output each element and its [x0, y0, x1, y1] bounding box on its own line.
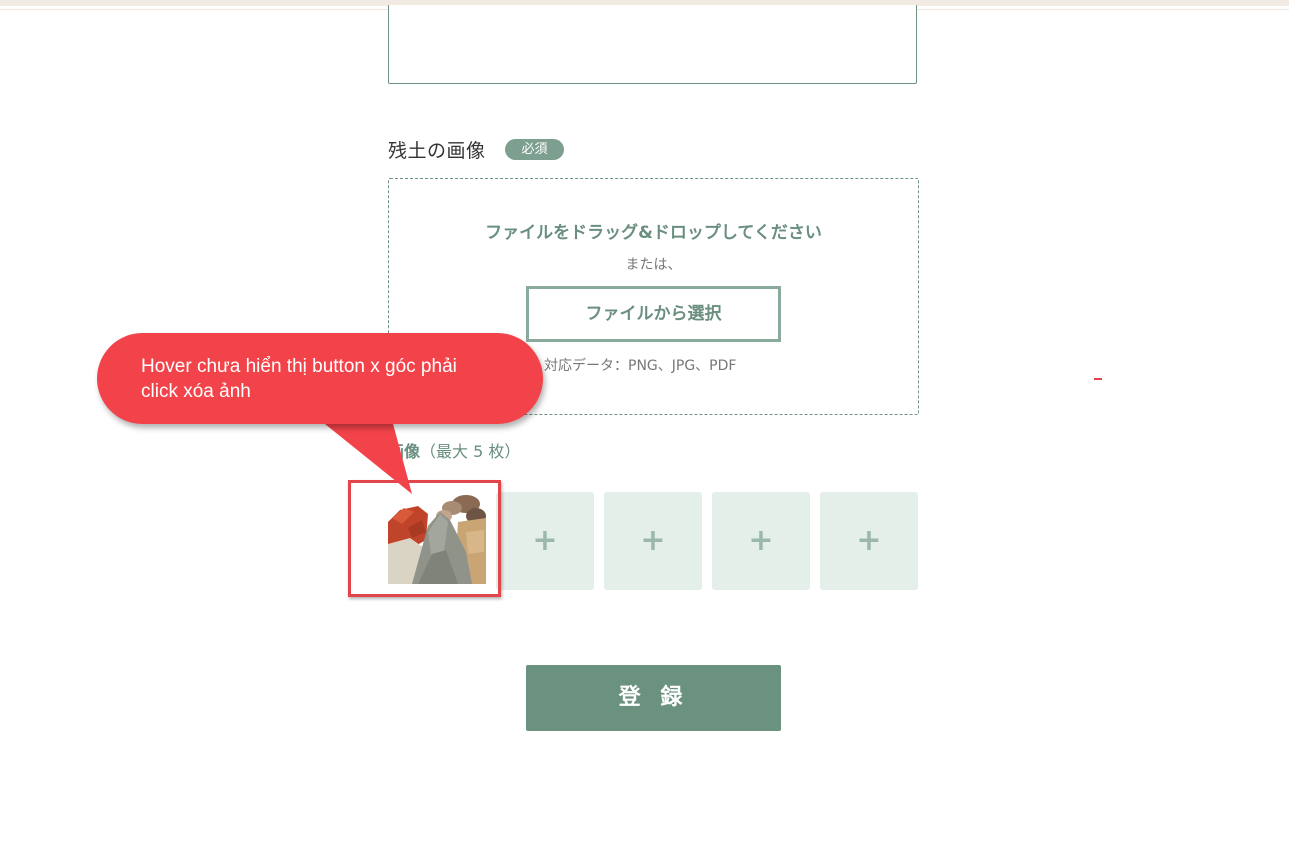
remarks-textarea[interactable] — [388, 5, 917, 84]
add-image-slot-3[interactable]: + — [604, 492, 702, 590]
annotation-line-2: click xóa ảnh — [141, 381, 251, 402]
annotation-line-1: Hover chưa hiển thị button x góc phải — [141, 356, 457, 377]
add-image-slot-5[interactable]: + — [820, 492, 918, 590]
images-label: 画像（最大 5 枚） — [388, 438, 520, 462]
required-badge: 必須 — [505, 139, 564, 160]
supported-formats-text: 対応データ：PNG、JPG、PDF — [544, 358, 737, 374]
images-label-main: 画像 — [388, 442, 421, 461]
dropzone-or-text: または、 — [625, 257, 682, 273]
submit-button[interactable]: 登 録 — [526, 665, 781, 731]
annotation-highlight-box — [348, 480, 501, 597]
annotation-callout: Hover chưa hiển thị button x góc phải cl… — [97, 333, 543, 424]
upload-field-label: 残土の画像 — [388, 140, 486, 162]
add-image-slot-4[interactable]: + — [712, 492, 810, 590]
add-image-slot-2[interactable]: + — [496, 492, 594, 590]
images-label-note: （最大 5 枚） — [420, 442, 521, 461]
page: 残土の画像 必須 ファイルをドラッグ&ドロップしてください または、 ファイルか… — [0, 0, 1289, 843]
select-file-button[interactable]: ファイルから選択 — [526, 286, 781, 342]
dropzone-title: ファイルをドラッグ&ドロップしてください — [485, 223, 822, 243]
stray-mark — [1094, 378, 1102, 380]
